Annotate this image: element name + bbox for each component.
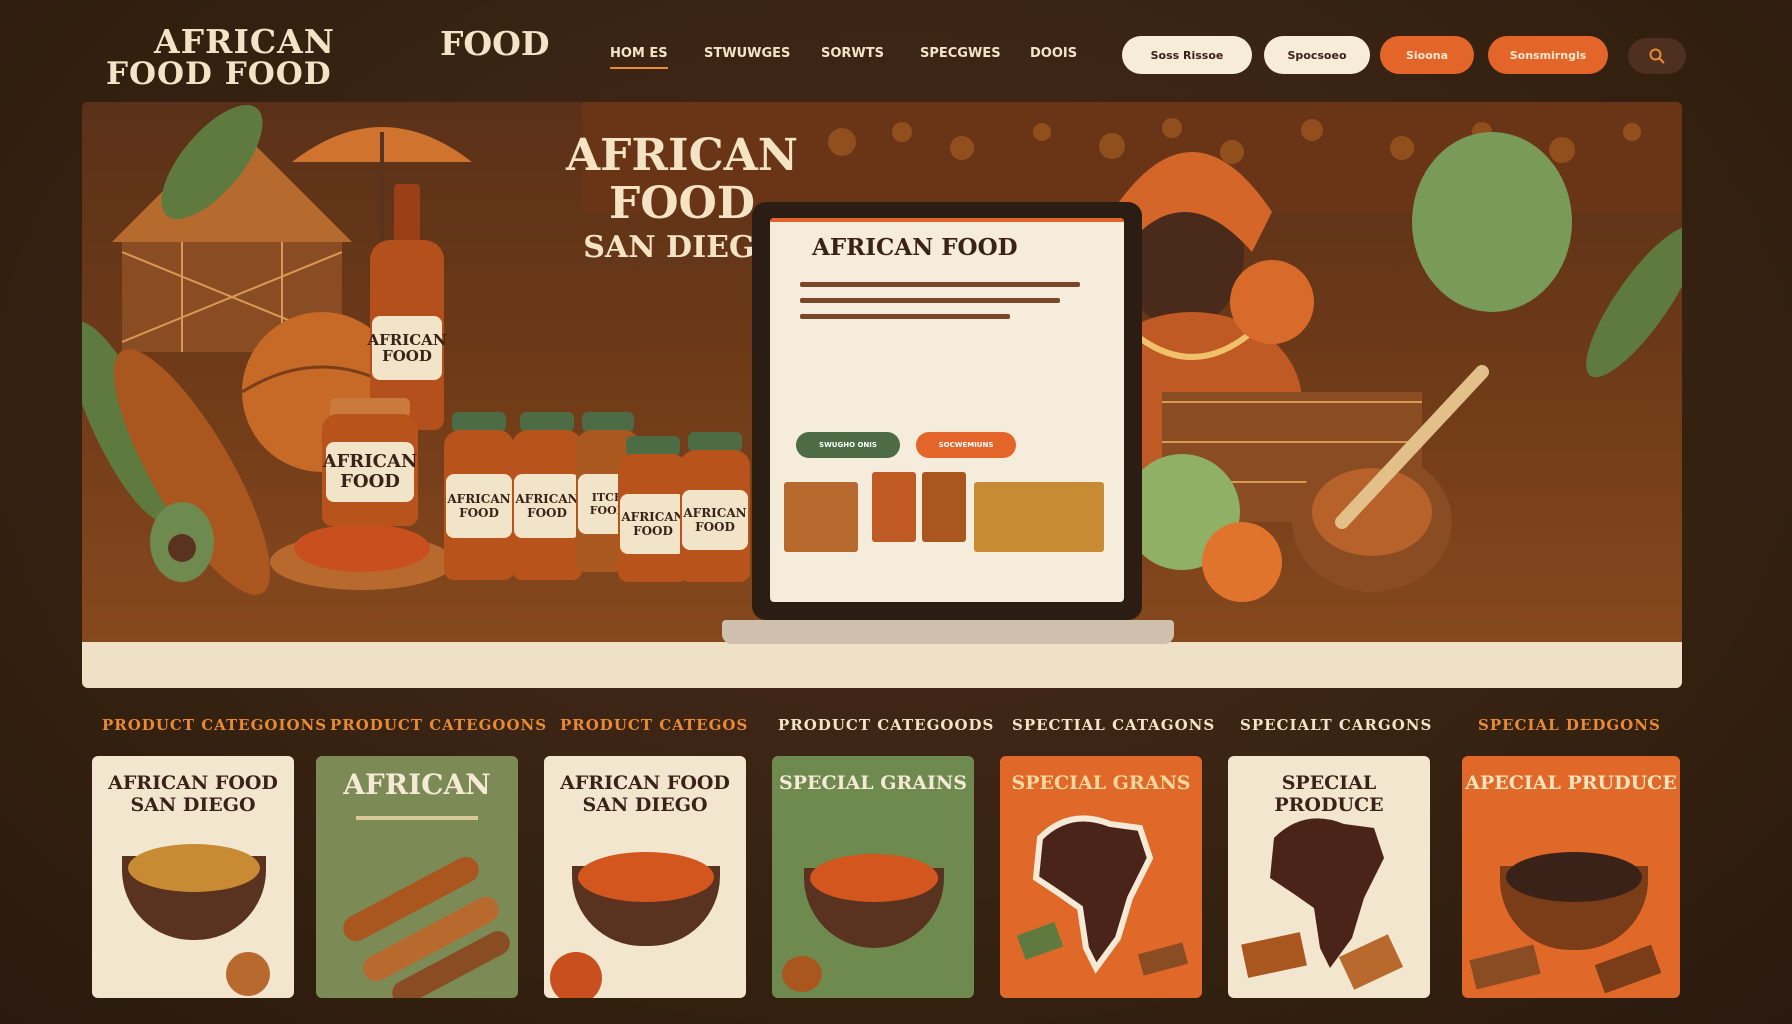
- category-card-special-produce[interactable]: SPECIAL PRODUCE: [1228, 756, 1430, 998]
- card-title: SPECIAL GRAINS: [779, 772, 967, 794]
- category-label-2: PRODUCT CATEGOONS: [330, 716, 548, 734]
- header-button-spocsoeo[interactable]: Spocsoeo: [1264, 36, 1370, 74]
- logo-line2: FOOD FOOD: [106, 56, 332, 92]
- jar-1-label: AFRICAN FOOD: [323, 442, 417, 502]
- category-label-5: SPECTIAL CATAGONS: [1012, 716, 1216, 734]
- jar-5-label: AFRICAN FOOD: [620, 494, 686, 554]
- category-card-african-food-san-diego-2[interactable]: AFRICAN FOOD SAN DIEGO: [544, 756, 746, 998]
- category-label-3: PRODUCT CATEGOS: [560, 716, 749, 734]
- laptop-tile-3[interactable]: [922, 472, 966, 542]
- category-label-1: PRODUCT CATEGOIONS: [102, 716, 328, 734]
- category-label-7: SPECIAL DEDGONS: [1478, 716, 1661, 734]
- site-header: AFRICAN FOOD FOOD FOOD HOM ES STWUWGES S…: [0, 0, 1792, 110]
- category-card-african[interactable]: AFRICAN: [316, 756, 518, 998]
- search-icon: [1649, 48, 1665, 64]
- jar-6-label: AFRICAN FOOD: [682, 490, 748, 550]
- laptop-primary-button[interactable]: SWUGHO ONIS: [796, 432, 900, 458]
- laptop-title: AFRICAN FOOD: [812, 234, 1018, 261]
- header-button-sonsmirngls[interactable]: Sonsmirngls: [1488, 36, 1608, 74]
- search-button[interactable]: [1628, 38, 1686, 74]
- category-card-african-food-san-diego[interactable]: AFRICAN FOOD SAN DIEGO: [92, 756, 294, 998]
- header-button-sioona[interactable]: Sioona: [1380, 36, 1474, 74]
- laptop-tile-4[interactable]: [974, 482, 1104, 552]
- nav-specgwes[interactable]: SPECGWES: [920, 40, 1001, 67]
- card-title: APECIAL PRUDUCE: [1465, 772, 1677, 794]
- jar-3-label: AFRICAN FOOD: [514, 474, 580, 538]
- laptop-secondary-button[interactable]: SOCWEMIUNS: [916, 432, 1016, 458]
- nav-doois[interactable]: DOOIS: [1030, 40, 1077, 67]
- card-title: AFRICAN FOOD SAN DIEGO: [560, 772, 730, 816]
- jar-2-label: AFRICAN FOOD: [446, 474, 512, 538]
- card-title: SPECIAL GRANS: [1011, 772, 1191, 794]
- africa-map-icon: [1016, 815, 1189, 976]
- sauce-bottle-label: AFRICAN FOOD: [367, 316, 447, 380]
- category-card-special-grains[interactable]: SPECIAL GRAINS: [772, 756, 974, 998]
- card-title: AFRICAN FOOD SAN DIEGO: [108, 772, 278, 816]
- category-label-6: SPECIALT CARGONS: [1240, 716, 1433, 734]
- hero-floor: [82, 642, 1682, 688]
- header-button-soss-rissoe[interactable]: Soss Rissoe: [1122, 36, 1252, 74]
- laptop-display: AFRICAN FOOD SWUGHO ONIS SOCWEMIUNS: [770, 218, 1124, 602]
- hero-title-line1: AFRICAN: [566, 130, 798, 181]
- site-logo[interactable]: AFRICAN FOOD FOOD: [106, 22, 336, 92]
- hero-banner: AFRICAN FOOD SAN DIEGO AFRICAN FOOD AFRI…: [82, 102, 1682, 688]
- nav-home[interactable]: HOM ES: [610, 40, 668, 69]
- laptop-tile-1[interactable]: [784, 482, 858, 552]
- logo-food-word: FOOD: [440, 24, 550, 63]
- laptop-tile-2[interactable]: [872, 472, 916, 542]
- category-card-apecial-pruduce[interactable]: APECIAL PRUDUCE: [1462, 756, 1680, 998]
- laptop-keyboard: [722, 620, 1174, 644]
- category-card-special-grans[interactable]: SPECIAL GRANS: [1000, 756, 1202, 998]
- category-label-4: PRODUCT CATEGOODS: [778, 716, 995, 734]
- nav-sorwts[interactable]: SORWTS: [821, 40, 884, 67]
- nav-stwuwges[interactable]: STWUWGES: [704, 40, 790, 67]
- card-title: AFRICAN: [343, 768, 491, 801]
- africa-map-icon: [1241, 818, 1404, 990]
